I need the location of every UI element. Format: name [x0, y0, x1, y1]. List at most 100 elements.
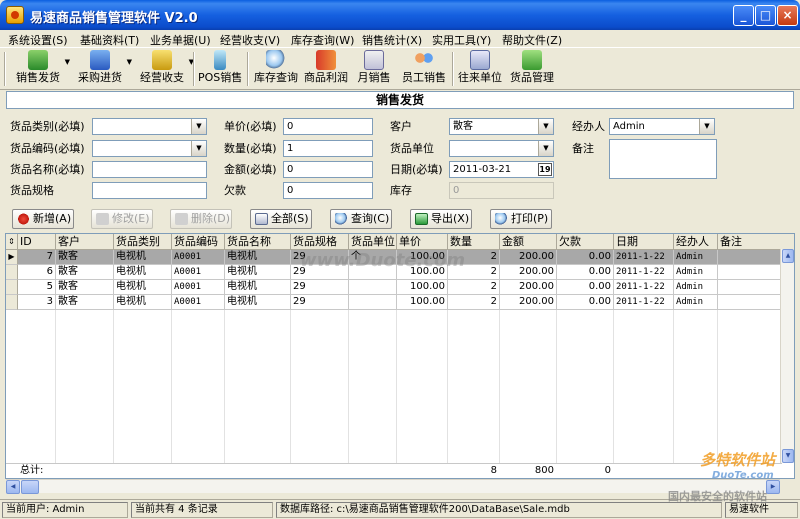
col-header-handler[interactable]: 经办人 — [674, 234, 718, 250]
menu-documents[interactable]: 业务单据(U) — [150, 32, 211, 48]
toolbar-pos-button[interactable]: POS销售 — [198, 50, 242, 88]
toolbar-goods-button[interactable]: 货品管理 — [508, 50, 556, 88]
maximize-button[interactable]: □ — [755, 5, 776, 26]
contacts-icon — [470, 50, 490, 70]
menu-basic-data[interactable]: 基础资料(T) — [80, 32, 139, 48]
label-category: 货品类别(必填) — [10, 120, 85, 133]
chevron-down-icon[interactable]: ▼ — [538, 119, 553, 134]
toolbar-staff-sales-button[interactable]: 员工销售 — [400, 50, 448, 88]
memo-textarea[interactable] — [609, 139, 717, 179]
menu-help[interactable]: 帮助文件(Z) — [502, 32, 562, 48]
menu-finance[interactable]: 经营收支(V) — [220, 32, 280, 48]
label-price: 单价(必填) — [224, 120, 277, 133]
menu-sales-stats[interactable]: 销售统计(X) — [362, 32, 422, 48]
scroll-thumb[interactable] — [21, 480, 39, 494]
toolbar-stock-query-button[interactable]: 库存查询 — [252, 50, 300, 88]
col-header-amount[interactable]: 金额 — [500, 234, 557, 250]
row-indicator — [6, 295, 18, 310]
col-header-name[interactable]: 货品名称 — [225, 234, 291, 250]
toolbar-separator — [193, 52, 195, 86]
col-header-spec[interactable]: 货品规格 — [291, 234, 349, 250]
label-code: 货品编码(必填) — [10, 142, 85, 155]
col-header-unit[interactable]: 货品单位 — [349, 234, 397, 250]
menu-stock-query[interactable]: 库存查询(W) — [291, 32, 354, 48]
table-row[interactable]: 5 散客 电视机 A0001 电视机 29 100.00 2 200.00 0.… — [6, 280, 794, 295]
col-header-price[interactable]: 单价 — [397, 234, 448, 250]
edit-button[interactable]: 修改(E) — [91, 209, 153, 229]
search-icon — [335, 213, 348, 225]
price-field[interactable]: 0 — [283, 118, 373, 135]
scroll-up-icon[interactable]: ▲ — [782, 249, 794, 263]
col-header-customer[interactable]: 客户 — [56, 234, 114, 250]
toolbar-sales-delivery-button[interactable]: 销售发货 ▼ — [14, 50, 70, 88]
label-handler: 经办人 — [572, 120, 605, 133]
toolbar-partners-button[interactable]: 往来单位 — [456, 50, 504, 88]
customer-select[interactable]: 散客 ▼ — [449, 118, 554, 135]
col-header-date[interactable]: 日期 — [614, 234, 674, 250]
sales-grid[interactable]: ⇕ ID 客户 货品类别 货品编码 货品名称 货品规格 货品单位 单价 数量 金… — [5, 233, 795, 479]
chevron-down-icon[interactable]: ▼ — [65, 58, 70, 66]
handler-select[interactable]: Admin ▼ — [609, 118, 715, 135]
scroll-right-icon[interactable]: ▶ — [766, 480, 780, 494]
chevron-down-icon[interactable]: ▼ — [538, 141, 553, 156]
coins-icon — [152, 50, 172, 70]
col-header-code[interactable]: 货品编码 — [172, 234, 225, 250]
col-header-qty[interactable]: 数量 — [448, 234, 500, 250]
category-select[interactable]: ▼ — [92, 118, 207, 135]
minimize-button[interactable]: _ — [733, 5, 754, 26]
total-qty: 8 — [490, 465, 497, 476]
scroll-down-icon[interactable]: ▼ — [782, 449, 794, 463]
menu-tools[interactable]: 实用工具(Y) — [432, 32, 491, 48]
vertical-scrollbar[interactable]: ▲ ▼ — [780, 249, 794, 463]
chevron-down-icon[interactable]: ▼ — [191, 141, 206, 156]
query-button[interactable]: 查询(C) — [330, 209, 392, 229]
table-row[interactable]: 3 散客 电视机 A0001 电视机 29 100.00 2 200.00 0.… — [6, 295, 794, 310]
label-amount: 金额(必填) — [224, 163, 277, 176]
quantity-field[interactable]: 1 — [283, 140, 373, 157]
total-debt: 0 — [604, 465, 611, 476]
sort-icon[interactable]: ⇕ — [6, 234, 18, 250]
label-debt: 欠款 — [224, 184, 246, 197]
toolbar-finance-button[interactable]: 经营收支 ▼ — [138, 50, 194, 88]
horizontal-scrollbar[interactable]: ◀ ▶ — [6, 479, 780, 494]
debt-field[interactable]: 0 — [283, 182, 373, 199]
toolbar-monthly-sales-button[interactable]: 月销售 — [354, 50, 394, 88]
row-indicator — [6, 280, 18, 295]
code-select[interactable]: ▼ — [92, 140, 207, 157]
stock-field: 0 — [449, 182, 554, 199]
list-icon — [255, 213, 268, 225]
show-all-button[interactable]: 全部(S) — [250, 209, 312, 229]
col-header-memo[interactable]: 备注 — [718, 234, 794, 250]
add-button[interactable]: 新增(A) — [12, 209, 74, 229]
table-row[interactable]: 6 散客 电视机 A0001 电视机 29 100.00 2 200.00 0.… — [6, 265, 794, 280]
scroll-left-icon[interactable]: ◀ — [6, 480, 20, 494]
amount-field[interactable]: 0 — [283, 161, 373, 178]
chevron-down-icon[interactable]: ▼ — [127, 58, 132, 66]
table-row[interactable]: ▶ 7 散客 电视机 A0001 电视机 29 个 100.00 2 200.0… — [6, 250, 794, 265]
toolbar-purchase-button[interactable]: 采购进货 ▼ — [76, 50, 132, 88]
grid-header: ⇕ ID 客户 货品类别 货品编码 货品名称 货品规格 货品单位 单价 数量 金… — [6, 234, 794, 250]
spec-field[interactable] — [92, 182, 207, 199]
export-button[interactable]: 导出(X) — [410, 209, 472, 229]
plus-icon — [17, 213, 30, 225]
status-user: 当前用户: Admin — [2, 502, 128, 518]
close-button[interactable]: × — [777, 5, 798, 26]
col-header-debt[interactable]: 欠款 — [557, 234, 614, 250]
col-header-id[interactable]: ID — [18, 234, 56, 250]
col-header-category[interactable]: 货品类别 — [114, 234, 172, 250]
calendar-icon[interactable]: 19 — [538, 163, 552, 176]
title-bar[interactable]: 易速商品销售管理软件 V2.0 _ □ × — [0, 0, 800, 30]
chevron-down-icon[interactable]: ▼ — [699, 119, 714, 134]
app-icon — [6, 6, 24, 24]
name-field[interactable] — [92, 161, 207, 178]
delete-button[interactable]: 删除(D) — [170, 209, 232, 229]
label-memo: 备注 — [572, 142, 594, 155]
date-picker[interactable]: 2011-03-21 19 — [449, 161, 554, 178]
toolbar-profit-button[interactable]: 商品利润 — [302, 50, 350, 88]
unit-select[interactable]: ▼ — [449, 140, 554, 157]
form-header: 销售发货 — [6, 91, 794, 109]
chevron-down-icon[interactable]: ▼ — [191, 119, 206, 134]
print-button[interactable]: 打印(P) — [490, 209, 552, 229]
menu-system[interactable]: 系统设置(S) — [8, 32, 68, 48]
total-label: 总计: — [20, 465, 44, 476]
